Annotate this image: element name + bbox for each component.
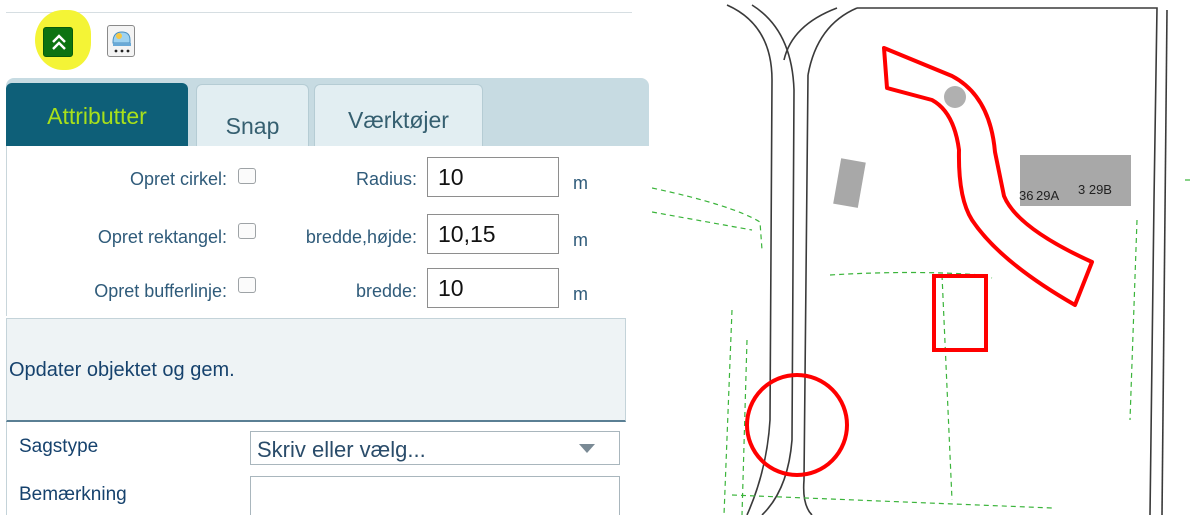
create-bufferline-checkbox[interactable]	[238, 277, 256, 293]
bemaerkning-input[interactable]	[250, 476, 620, 515]
radius-unit: m	[573, 173, 588, 193]
drawn-rectangle[interactable]	[932, 274, 988, 352]
address-label: 29A	[1036, 188, 1059, 203]
style-editor-button[interactable]	[107, 25, 135, 57]
dropdown-arrow-icon	[579, 444, 595, 453]
plot-boundary-line	[802, 74, 813, 515]
parcel-line	[731, 494, 1053, 509]
radius-input[interactable]: 10	[427, 157, 559, 197]
create-circle-label: Opret cirkel:	[129, 169, 227, 189]
parcel-line	[652, 211, 753, 231]
toolbar-divider	[6, 12, 632, 13]
bemaerkning-label: Bemærkning	[19, 484, 127, 505]
sagstype-dropdown[interactable]: Skriv eller vælg...	[250, 431, 620, 465]
width-height-unit: m	[573, 230, 588, 250]
parcel-line	[1129, 219, 1138, 421]
drawn-circle[interactable]	[745, 373, 849, 477]
tab-attributter[interactable]: Attributter	[6, 83, 188, 146]
shape-options-form: Opret cirkel: Radius: 10 m Opret rektang…	[6, 146, 650, 316]
map-point-marker	[944, 86, 966, 108]
parcel-line	[723, 309, 733, 515]
collapse-button[interactable]	[43, 27, 73, 57]
buffer-width-input[interactable]: 10	[427, 268, 559, 308]
width-height-input[interactable]: 10,15	[427, 214, 559, 254]
update-title: Opdater objektet og gem.	[9, 359, 235, 381]
style-editor-icon	[112, 31, 131, 53]
create-circle-checkbox[interactable]	[238, 168, 256, 184]
width-height-label: bredde,højde:	[305, 227, 417, 247]
radius-label: Radius:	[355, 169, 417, 189]
create-rectangle-label: Opret rektangel:	[97, 227, 227, 247]
details-form: Sagstype Skriv eller vælg... Bemærkning	[6, 422, 626, 515]
tab-vaerktojer[interactable]: Værktøjer	[314, 84, 483, 146]
parcel-line	[652, 187, 763, 251]
road-edge-line	[751, 4, 795, 515]
map-canvas[interactable]: 36 29A 3 29B	[652, 0, 1190, 515]
address-label: 3 29B	[1078, 182, 1112, 197]
sagstype-value: Skriv eller vælg...	[257, 437, 426, 462]
plot-boundary-line	[1161, 9, 1168, 515]
building	[833, 158, 866, 208]
buffer-width-unit: m	[573, 284, 588, 304]
address-label: 36	[1019, 188, 1033, 203]
editing-panel: Attributter Snap Værktøjer Opret cirkel:…	[0, 0, 650, 515]
buffer-width-label: bredde:	[355, 281, 417, 301]
create-rectangle-checkbox[interactable]	[238, 223, 256, 239]
parcel-line	[941, 274, 953, 501]
sagstype-label: Sagstype	[19, 436, 99, 457]
update-section: Opdater objektet og gem.	[6, 318, 626, 422]
tab-snap-label: Snap	[225, 113, 280, 139]
plot-boundary-line	[857, 7, 1158, 515]
tab-snap[interactable]: Snap	[196, 84, 309, 146]
map-view[interactable]: 36 29A 3 29B	[652, 0, 1190, 515]
tab-bar: Attributter Snap Værktøjer	[6, 78, 649, 146]
create-bufferline-label: Opret bufferlinje:	[94, 281, 227, 301]
double-chevron-up-icon	[52, 34, 66, 50]
road-edge-line	[783, 7, 838, 61]
